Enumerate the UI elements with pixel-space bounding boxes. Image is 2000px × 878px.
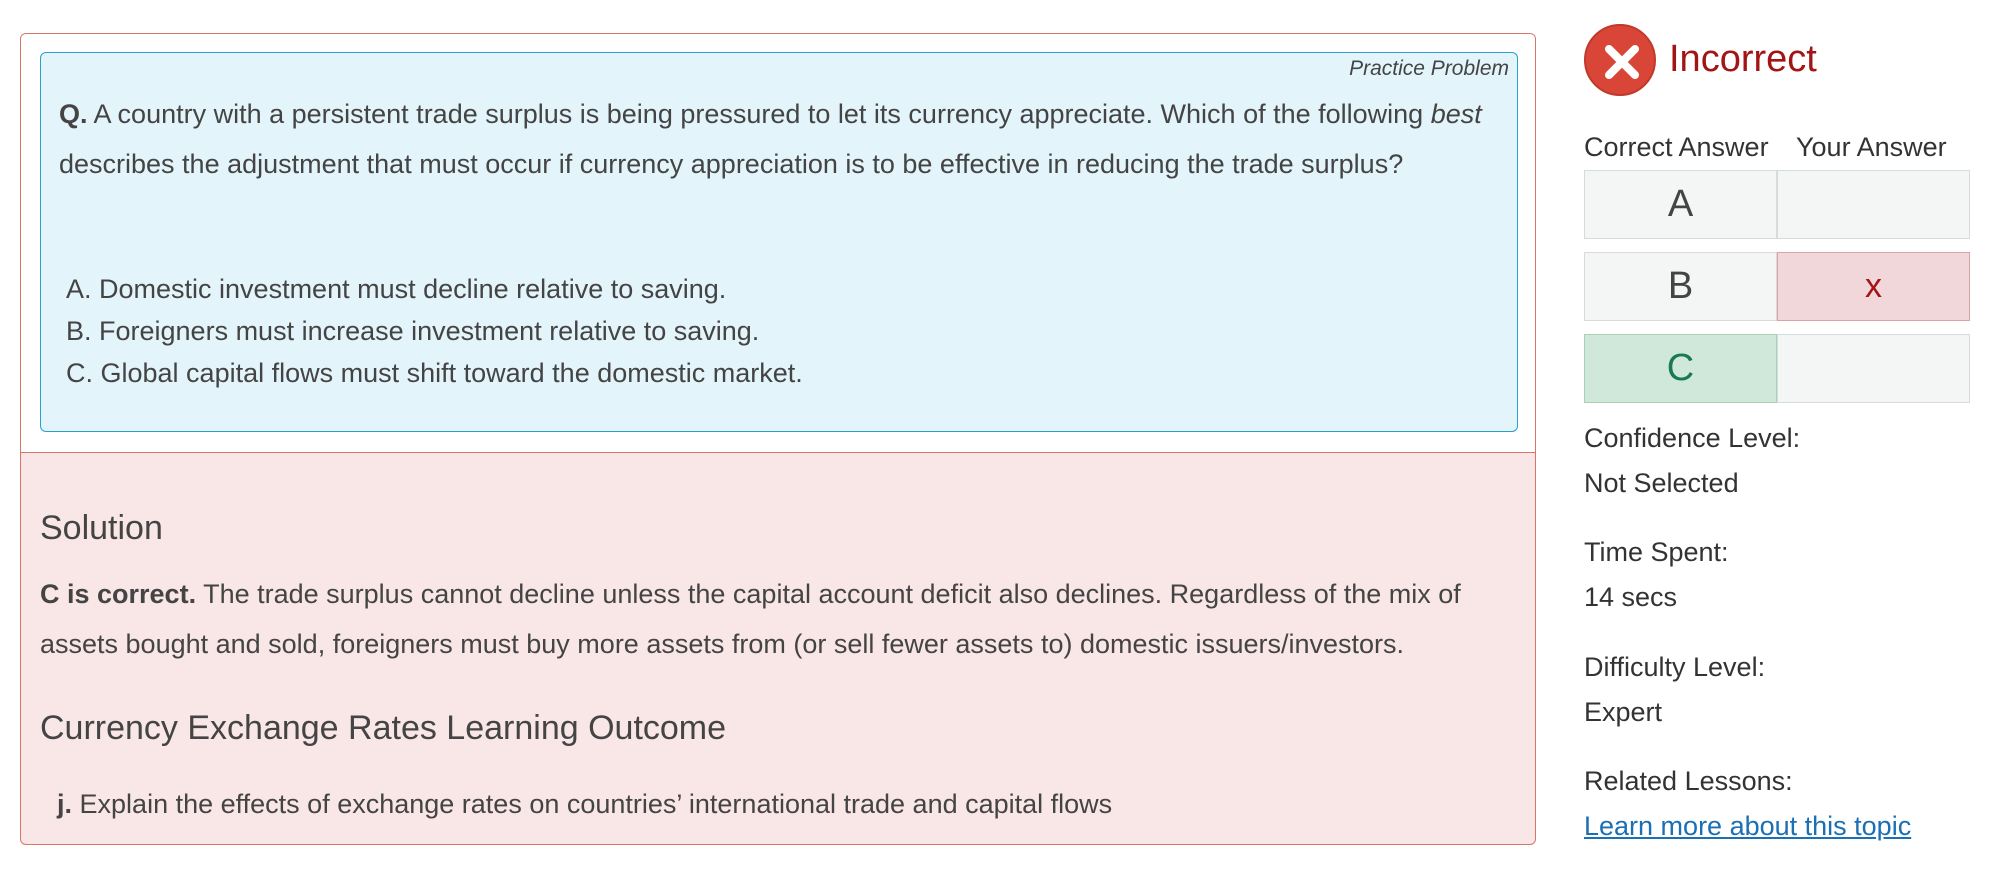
- solution-text: C is correct. The trade surplus cannot d…: [40, 569, 1520, 669]
- your-answer-cell-a: [1777, 170, 1970, 239]
- learning-outcome-heading: Currency Exchange Rates Learning Outcome: [40, 709, 727, 747]
- your-answer-cell-c: [1777, 334, 1970, 403]
- question-box: Practice Problem Q. A country with a per…: [40, 52, 1518, 432]
- practice-problem-card: Practice Problem Q. A country with a per…: [20, 33, 1536, 845]
- option-b: B. Foreigners must increase investment r…: [66, 316, 760, 346]
- practice-problem-label: Practice Problem: [1349, 57, 1509, 80]
- confidence-label: Confidence Level:: [1584, 423, 1801, 453]
- your-answer-cell-b: x: [1777, 252, 1970, 321]
- answer-options: A. Domestic investment must decline rela…: [66, 268, 803, 394]
- question-emphasis: best: [1430, 99, 1482, 129]
- result-status: Incorrect: [1584, 24, 1984, 96]
- related-lessons-label: Related Lessons:: [1584, 766, 1793, 796]
- your-answer-header: Your Answer: [1796, 132, 1947, 162]
- question-text-part1: A country with a persistent trade surplu…: [93, 99, 1424, 129]
- question-section: Practice Problem Q. A country with a per…: [21, 34, 1535, 453]
- learning-outcome-item: j. Explain the effects of exchange rates…: [57, 789, 1112, 820]
- question-text-part2: describes the adjustment that must occur…: [59, 149, 1404, 179]
- difficulty-label: Difficulty Level:: [1584, 652, 1766, 682]
- close-circle-icon: [1584, 24, 1656, 96]
- related-lesson-link[interactable]: Learn more about this topic: [1584, 811, 1911, 842]
- learning-outcome-text: Explain the effects of exchange rates on…: [79, 789, 1113, 819]
- option-a: A. Domestic investment must decline rela…: [66, 274, 727, 304]
- correct-answer-cell-a: A: [1584, 170, 1777, 239]
- solution-explanation: The trade surplus cannot decline unless …: [40, 579, 1461, 659]
- time-spent-label: Time Spent:: [1584, 537, 1729, 567]
- question-text: Q. A country with a persistent trade sur…: [59, 89, 1499, 189]
- correct-answer-cell-b: B: [1584, 252, 1777, 321]
- correct-answer-cell-c: C: [1584, 334, 1777, 403]
- correct-answer-header: Correct Answer: [1584, 132, 1769, 162]
- learning-outcome-prefix: j.: [57, 789, 73, 819]
- difficulty-value: Expert: [1584, 697, 1663, 727]
- solution-verdict: C is correct.: [40, 579, 197, 609]
- question-prefix: Q.: [59, 99, 88, 129]
- confidence-value: Not Selected: [1584, 468, 1739, 498]
- time-spent-value: 14 secs: [1584, 582, 1678, 612]
- status-text: Incorrect: [1669, 38, 1817, 80]
- option-c: C. Global capital flows must shift towar…: [66, 358, 803, 388]
- solution-heading: Solution: [40, 509, 163, 547]
